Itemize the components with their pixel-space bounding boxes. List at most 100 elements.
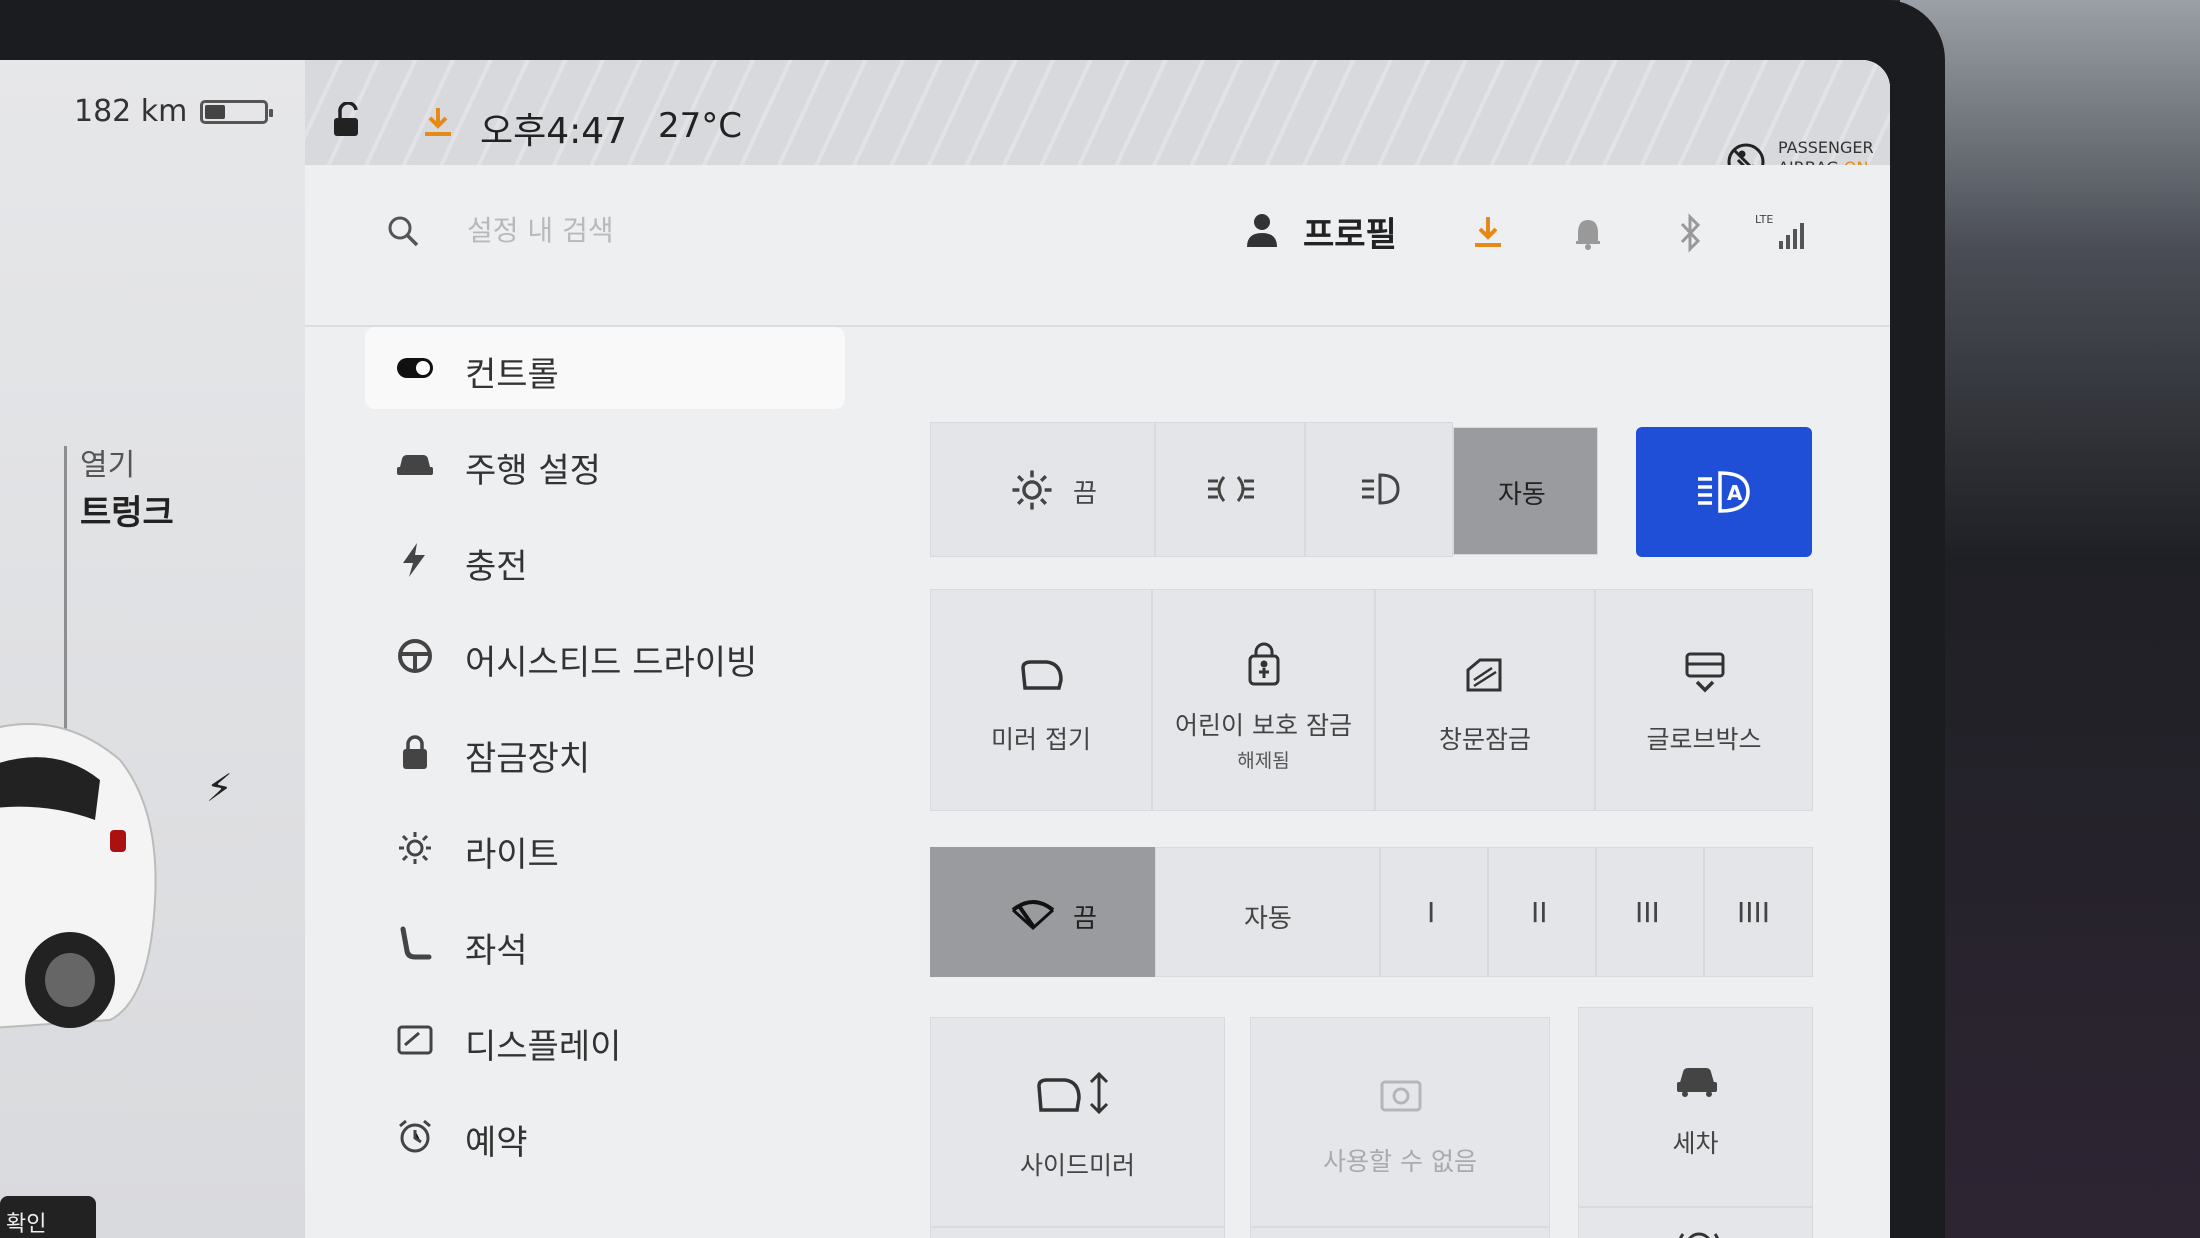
controls-panel: 끔 자동 A 미러 접기 어린이 보호 잠금 해제됨 창문잠금 글로브박스 끔 … (865, 327, 1890, 1238)
parking-lights-icon (1208, 476, 1254, 502)
sidebar-item-locks[interactable]: 잠금장치 (365, 711, 845, 793)
car-wash-button[interactable]: 세차 (1578, 1007, 1813, 1207)
sidebar-item-label: 충전 (465, 547, 528, 587)
outside-temperature: 27°C (658, 106, 743, 146)
neutral-mode-icon: N (1679, 1232, 1719, 1238)
download-icon[interactable] (420, 104, 456, 140)
wiper-speed-label: II (1531, 896, 1548, 929)
wiper-speed-label: IIII (1737, 896, 1771, 929)
notification-bell-icon[interactable] (1573, 217, 1603, 251)
sidebar-item-label: 예약 (465, 1123, 528, 1163)
seat-icon (400, 926, 432, 960)
car-icon (1677, 1068, 1717, 1097)
sidebar-item-assisted-driving[interactable]: 어시스티드 드라이빙 (365, 615, 845, 697)
sidebar-item-label: 디스플레이 (465, 1027, 622, 1067)
low-beam-icon (1362, 473, 1400, 505)
sidebar-item-label: 라이트 (465, 835, 559, 875)
lights-auto-label: 자동 (1498, 480, 1546, 510)
wiper-speed-label: I (1427, 896, 1436, 929)
charging-bolt-icon: ⚡ (206, 766, 233, 810)
sidebar-item-label: 잠금장치 (465, 739, 591, 779)
sidebar-item-controls[interactable]: 컨트롤 (365, 327, 845, 409)
wipers-auto-button[interactable]: 자동 (1155, 847, 1380, 977)
profile-icon[interactable] (1245, 211, 1279, 249)
display-icon (397, 1025, 433, 1055)
trunk-label[interactable]: 트렁크 (80, 485, 174, 534)
sidebar-item-schedule[interactable]: 예약 (365, 1095, 845, 1177)
airbag-line1: PASSENGER (1778, 138, 1874, 157)
mirror-icon (1021, 660, 1063, 690)
wiper-speed-2-button[interactable]: II (1488, 847, 1596, 977)
car-image (0, 723, 157, 1029)
profile-button[interactable]: 프로필 (1303, 207, 1397, 256)
wiper-speed-4-button[interactable]: IIII (1704, 847, 1813, 977)
bluetooth-icon[interactable] (1677, 213, 1703, 253)
child-lock-button[interactable]: 어린이 보호 잠금 해제됨 (1152, 589, 1375, 811)
sidebar-item-seats[interactable]: 좌석 (365, 903, 845, 985)
software-update-icon[interactable] (1471, 213, 1505, 251)
bottom-badge[interactable]: 확인 (0, 1196, 96, 1238)
sidebar-item-display[interactable]: 디스플레이 (365, 999, 845, 1081)
camera-icon (1380, 1080, 1422, 1112)
lights-off-button[interactable]: 끔 (930, 422, 1155, 557)
side-mirror-label: 사이드미러 (1019, 1151, 1135, 1180)
partial-card-right[interactable]: N (1578, 1207, 1813, 1238)
trunk-open-label[interactable]: 열기 (80, 440, 135, 484)
sidebar-item-driving[interactable]: 주행 설정 (365, 423, 845, 505)
sidebar-item-charging[interactable]: 충전 (365, 519, 845, 601)
sun-icon (399, 832, 431, 864)
battery-icon (200, 100, 273, 124)
range-readout: 182 km (74, 94, 188, 129)
child-lock-icon (1248, 642, 1280, 686)
parking-lights-button[interactable] (1155, 422, 1305, 557)
window-lock-button[interactable]: 창문잠금 (1375, 589, 1595, 811)
car-visualization-pane: 182 km 열기 트렁크 ⚡ 확인 (0, 60, 306, 1238)
auto-high-beam-icon: A (1698, 471, 1750, 513)
clock: 오후4:47 (480, 111, 628, 152)
car-wash-label: 세차 (1672, 1129, 1719, 1158)
steering-wheel-icon (398, 639, 432, 673)
child-lock-status: 해제됨 (1237, 750, 1290, 772)
wiper-speed-label: III (1635, 896, 1660, 929)
side-mirror-adjust-icon (1037, 1071, 1109, 1115)
settings-sidebar: 컨트롤 주행 설정 충전 어시스티드 드라이빙 잠금장치 라이트 좌석 디스플레… (305, 327, 865, 1238)
mirror-fold-button[interactable]: 미러 접기 (930, 589, 1152, 811)
battery-fill (205, 105, 225, 119)
partial-card-left[interactable] (930, 1227, 1225, 1238)
car-icon (397, 455, 433, 475)
low-beam-button[interactable] (1305, 422, 1453, 557)
lte-signal-icon: LTE (1755, 213, 1804, 249)
touchscreen: 182 km 열기 트렁크 ⚡ 확인 오후4:47 27°C PASSENGER… (0, 60, 1890, 1238)
wipers-off-button[interactable]: 끔 (930, 847, 1155, 977)
auto-high-beam-button[interactable]: A (1636, 427, 1812, 557)
window-lock-label: 창문잠금 (1438, 725, 1531, 754)
alarm-clock-icon (399, 1119, 431, 1153)
mirror-fold-label: 미러 접기 (991, 725, 1091, 754)
wiper-speed-3-button[interactable]: III (1596, 847, 1704, 977)
unavailable-control: 사용할 수 없음 (1250, 1017, 1550, 1227)
wiper-icon (1011, 900, 1055, 931)
wipers-auto-label: 자동 (1244, 904, 1292, 934)
sidebar-item-lights[interactable]: 라이트 (365, 807, 845, 889)
child-lock-label: 어린이 보호 잠금 (1175, 711, 1352, 740)
side-mirror-button[interactable]: 사이드미러 (930, 1017, 1225, 1227)
bolt-icon (403, 543, 425, 577)
partial-card-middle[interactable] (1250, 1227, 1550, 1238)
background-right (1900, 0, 2200, 1238)
toggle-icon (397, 358, 433, 378)
unavailable-label: 사용할 수 없음 (1323, 1147, 1477, 1176)
settings-search-input[interactable] (465, 207, 869, 253)
sidebar-item-label: 좌석 (465, 931, 528, 971)
glovebox-label: 글로브박스 (1646, 725, 1762, 754)
lock-icon (403, 735, 427, 769)
lights-auto-button[interactable]: 자동 (1453, 427, 1598, 555)
wiper-speed-1-button[interactable]: I (1380, 847, 1488, 977)
lte-label: LTE (1755, 213, 1773, 226)
window-lock-icon (1466, 658, 1502, 692)
search-icon[interactable] (385, 213, 421, 249)
glovebox-button[interactable]: 글로브박스 (1595, 589, 1813, 811)
lights-off-label: 끔 (1073, 479, 1097, 509)
unlocked-padlock-icon[interactable] (330, 102, 366, 138)
glovebox-icon (1685, 652, 1725, 693)
sidebar-item-label: 컨트롤 (465, 355, 559, 395)
